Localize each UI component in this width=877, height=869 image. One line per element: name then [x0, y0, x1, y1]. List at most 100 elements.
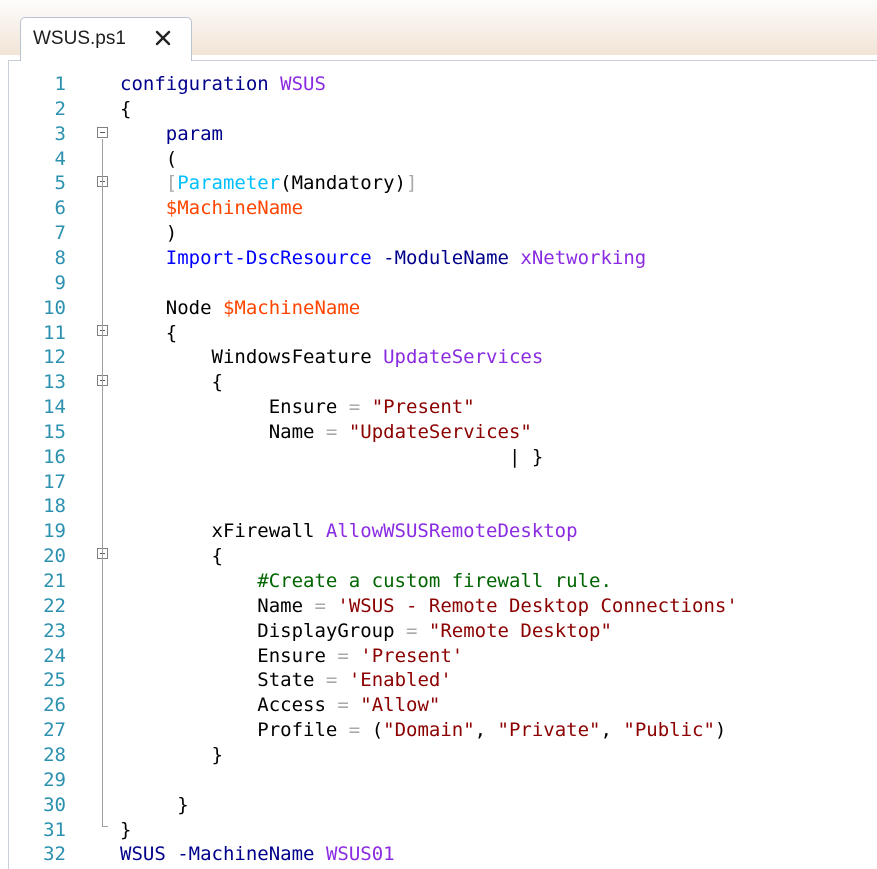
code-token: "Remote Desktop": [428, 619, 612, 642]
code-line[interactable]: 8 Import-DscResource -ModuleName xNetwor…: [0, 246, 877, 271]
close-icon[interactable]: [151, 26, 175, 50]
code-line[interactable]: 23 DisplayGroup = "Remote Desktop": [0, 619, 877, 644]
code-line[interactable]: 4 (: [0, 147, 877, 172]
code-line[interactable]: 30 }: [0, 793, 877, 818]
code-token: "Public": [623, 719, 715, 742]
code-line[interactable]: 20 {: [0, 544, 877, 569]
code-line[interactable]: 22 Name = 'WSUS - Remote Desktop Connect…: [0, 594, 877, 619]
line-number: 30: [43, 793, 66, 816]
code-line[interactable]: 15 Name = "UpdateServices": [0, 420, 877, 445]
line-number: 17: [43, 470, 66, 493]
line-number: 14: [43, 396, 66, 419]
code-line[interactable]: 19 xFirewall AllowWSUSRemoteDesktop: [0, 519, 877, 544]
code-text: }: [120, 793, 188, 818]
code-line[interactable]: 16 | }: [0, 445, 877, 470]
code-token: UpdateServices: [383, 346, 544, 369]
code-token: -ModuleName: [383, 246, 509, 269]
code-line[interactable]: 27 Profile = ("Domain", "Private", "Publ…: [0, 718, 877, 743]
code-token: configuration: [120, 73, 269, 95]
code-token: ): [714, 719, 727, 742]
code-token: ,: [474, 719, 498, 742]
code-line[interactable]: 11 {: [0, 321, 877, 346]
code-token: WSUS: [280, 73, 326, 95]
code-token: WindowsFeature: [211, 346, 384, 369]
code-line[interactable]: 12 WindowsFeature UpdateServices: [0, 345, 877, 370]
code-token: WSUS: [120, 843, 166, 866]
fold-guide: [102, 139, 103, 827]
line-number: 13: [43, 371, 66, 394]
code-token: #Create a custom firewall rule.: [257, 570, 612, 592]
code-line[interactable]: 13 {: [0, 370, 877, 395]
code-token: {: [120, 97, 132, 120]
line-number: 5: [54, 172, 66, 195]
code-token: ]: [406, 172, 418, 195]
code-text: {: [120, 544, 223, 569]
line-number: 10: [43, 296, 66, 319]
code-line[interactable]: 5 [Parameter(Mandatory)]: [0, 171, 877, 196]
code-line[interactable]: 17: [0, 470, 877, 495]
code-token: {: [165, 321, 178, 344]
code-line[interactable]: 7 ): [0, 221, 877, 246]
code-text: Access = "Allow": [120, 693, 440, 718]
code-text: Ensure = "Present": [120, 395, 475, 420]
code-line[interactable]: 24 Ensure = 'Present': [0, 644, 877, 669]
code-text: | }: [120, 445, 543, 470]
code-line[interactable]: 3 param: [0, 122, 877, 147]
tab-wsus-ps1[interactable]: WSUS.ps1: [20, 17, 192, 61]
code-token: 'Enabled': [348, 669, 452, 692]
code-text: WSUS -MachineName WSUS01: [120, 842, 395, 867]
code-token: $MachineName: [222, 296, 361, 319]
line-number: 27: [43, 719, 66, 742]
fold-toggle-icon[interactable]: [97, 127, 108, 138]
code-line[interactable]: 9: [0, 271, 877, 296]
code-line[interactable]: 18: [0, 494, 877, 519]
line-number: 6: [54, 197, 66, 220]
code-token: xNetworking: [520, 246, 647, 269]
code-token: Import-DscResource: [165, 246, 372, 269]
code-token: Name: [257, 594, 315, 617]
code-line[interactable]: 21 #Create a custom firewall rule.: [0, 569, 877, 594]
code-text: Name = "UpdateServices": [120, 420, 532, 445]
code-line[interactable]: 25 State = 'Enabled': [0, 668, 877, 693]
code-token: 'WSUS - Remote Desktop Connections': [337, 594, 738, 617]
line-number: 16: [43, 445, 66, 468]
line-number: 32: [43, 843, 66, 866]
code-line[interactable]: 2{: [0, 97, 877, 122]
code-token: ): [165, 222, 178, 245]
code-line[interactable]: 28 }: [0, 743, 877, 768]
code-token: "UpdateServices": [348, 420, 532, 443]
code-line[interactable]: 29: [0, 768, 877, 793]
code-token: "Domain": [383, 719, 475, 742]
code-token: (: [360, 719, 384, 742]
line-number: 3: [54, 122, 66, 145]
code-text: ): [120, 221, 177, 246]
code-line[interactable]: 31}: [0, 818, 877, 843]
code-token: Name: [268, 420, 326, 443]
code-text: $MachineName: [120, 196, 303, 221]
code-token: }: [211, 743, 223, 766]
code-line[interactable]: 32 WSUS -MachineName WSUS01: [0, 842, 877, 867]
code-token: Parameter: [177, 172, 281, 195]
code-token: State: [257, 669, 326, 692]
code-token: {: [211, 545, 223, 568]
code-token: [: [165, 172, 178, 195]
code-token: (Mandatory): [280, 172, 407, 195]
code-token: =: [337, 694, 349, 717]
code-token: "Allow": [360, 694, 441, 717]
line-number: 28: [43, 743, 66, 766]
code-token: $MachineName: [165, 197, 304, 220]
code-line[interactable]: 26 Access = "Allow": [0, 693, 877, 718]
code-line[interactable]: 1 configuration WSUS: [0, 72, 877, 97]
code-line[interactable]: 14 Ensure = "Present": [0, 395, 877, 420]
code-text: #Create a custom firewall rule.: [120, 569, 612, 594]
code-line[interactable]: 6 $MachineName: [0, 196, 877, 221]
line-number: 9: [54, 271, 66, 294]
code-text: {: [120, 321, 177, 346]
code-line[interactable]: 10 Node $MachineName: [0, 296, 877, 321]
code-token: WSUS01: [325, 843, 395, 866]
